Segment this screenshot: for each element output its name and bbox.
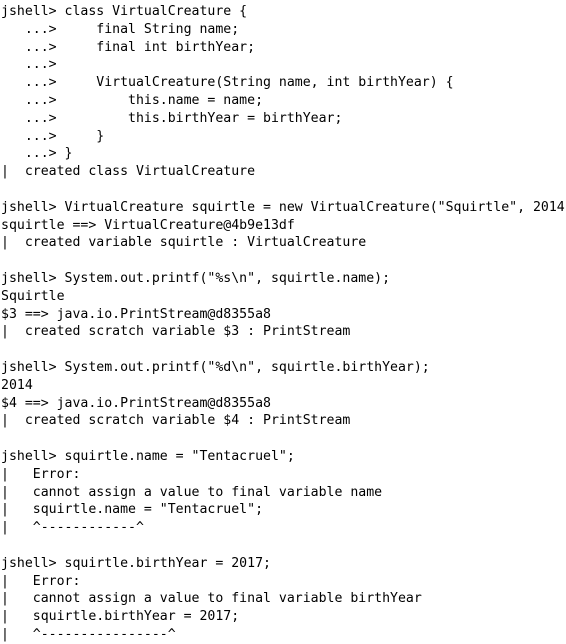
terminal-line: ...> final String name; bbox=[1, 21, 240, 37]
terminal-line: ...> this.birthYear = birthYear; bbox=[1, 110, 343, 126]
terminal-line: jshell> System.out.printf("%s\n", squirt… bbox=[1, 270, 391, 286]
terminal-line: ...> } bbox=[1, 146, 73, 162]
terminal-line: ...> this.name = name; bbox=[1, 92, 264, 108]
terminal-line: | squirtle.birthYear = 2017; bbox=[1, 609, 240, 625]
terminal-line: squirtle ==> VirtualCreature@4b9e13df bbox=[1, 217, 295, 233]
terminal-line: | squirtle.name = "Tentacruel"; bbox=[1, 502, 264, 518]
terminal-line: $4 ==> java.io.PrintStream@d8355a8 bbox=[1, 395, 271, 411]
terminal-line: Squirtle bbox=[1, 288, 65, 304]
terminal-line: ...> } bbox=[1, 128, 105, 144]
terminal-line: $3 ==> java.io.PrintStream@d8355a8 bbox=[1, 306, 271, 322]
terminal-line: | Error: bbox=[1, 573, 81, 589]
terminal-line: jshell> class VirtualCreature { bbox=[1, 4, 248, 19]
jshell-terminal-output[interactable]: jshell> class VirtualCreature { ...> fin… bbox=[0, 0, 566, 642]
terminal-line: | cannot assign a value to final variabl… bbox=[1, 484, 383, 500]
terminal-line: | created scratch variable $4 : PrintStr… bbox=[1, 413, 351, 429]
terminal-line: | cannot assign a value to final variabl… bbox=[1, 591, 422, 607]
terminal-line: | created class VirtualCreature bbox=[1, 164, 256, 180]
terminal-line: jshell> squirtle.birthYear = 2017; bbox=[1, 555, 271, 571]
terminal-line: jshell> System.out.printf("%d\n", squirt… bbox=[1, 359, 430, 375]
terminal-line: ...> final int birthYear; bbox=[1, 39, 256, 55]
terminal-line: ...> VirtualCreature(String name, int bi… bbox=[1, 75, 454, 91]
terminal-line: | created variable squirtle : VirtualCre… bbox=[1, 235, 367, 251]
terminal-line: | ^----------------^ bbox=[1, 626, 176, 642]
terminal-line: jshell> VirtualCreature squirtle = new V… bbox=[1, 199, 566, 215]
terminal-line: 2014 bbox=[1, 377, 33, 393]
terminal-line: jshell> squirtle.name = "Tentacruel"; bbox=[1, 448, 295, 464]
terminal-line: | created scratch variable $3 : PrintStr… bbox=[1, 324, 351, 340]
terminal-line: ...> bbox=[1, 57, 57, 73]
terminal-line: | ^------------^ bbox=[1, 520, 144, 536]
terminal-line: | Error: bbox=[1, 466, 81, 482]
